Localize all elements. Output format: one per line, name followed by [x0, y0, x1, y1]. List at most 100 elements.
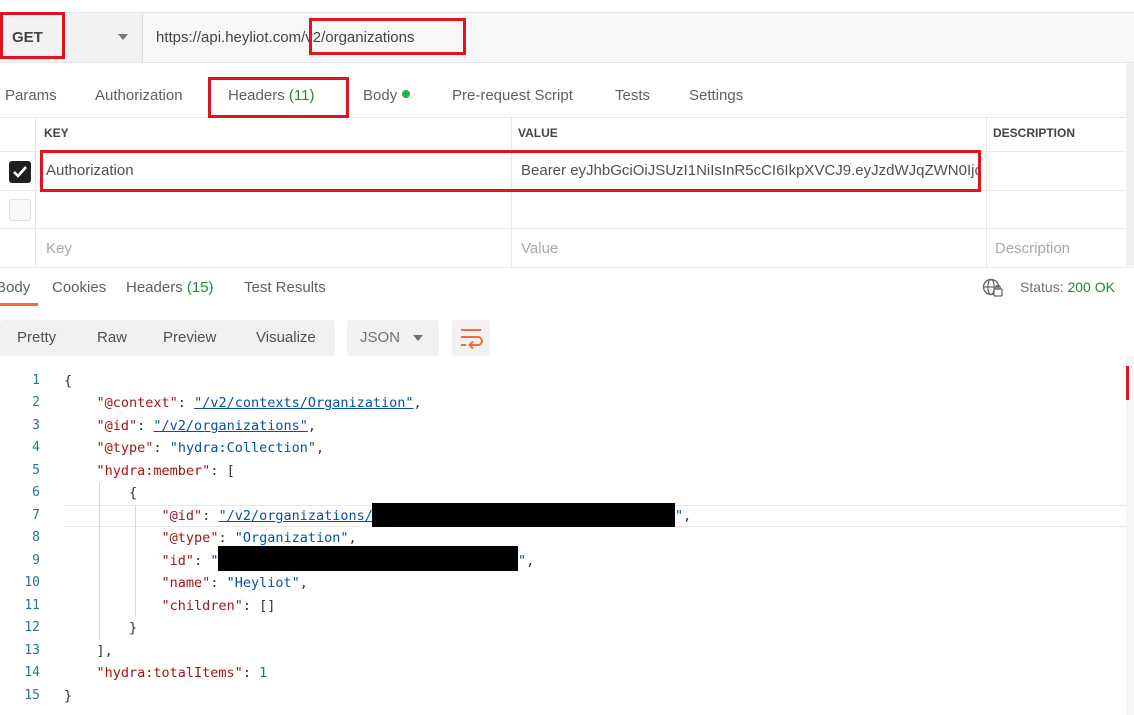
view-pretty-button[interactable]: Pretty [17, 329, 56, 346]
tab-test-results[interactable]: Test Results [244, 279, 326, 296]
tab-label: Settings [689, 87, 744, 104]
code-line: "hydra:totalItems": 1 [96, 665, 268, 681]
line-number: 6 [32, 485, 40, 500]
new-value-input[interactable]: Value [521, 240, 558, 257]
code-line-tail: ", [675, 508, 692, 524]
line-number: 1 [32, 373, 40, 388]
url-base: https://api.heyliot.com [156, 29, 302, 46]
line-number: 15 [24, 688, 40, 703]
json-key: "@id" [96, 418, 138, 434]
line-number: 8 [32, 530, 40, 545]
code-line: } [129, 620, 138, 636]
new-description-input[interactable]: Description [995, 240, 1070, 257]
wrap-lines-button[interactable] [452, 320, 490, 356]
headers-table: KEY VALUE DESCRIPTION Authorization Bear… [0, 117, 1134, 268]
tab-response-body[interactable]: Body [0, 279, 30, 296]
line-number: 7 [32, 508, 40, 523]
json-string-value: "Heyliot" [226, 575, 300, 591]
column-header-key: KEY [44, 126, 69, 140]
response-scrollbar[interactable] [1126, 356, 1134, 715]
json-key: "hydra:member" [96, 463, 211, 479]
json-string-value: "hydra:Collection" [169, 440, 316, 456]
table-header-row: KEY VALUE DESCRIPTION [0, 118, 1134, 152]
code-line: { [129, 485, 138, 501]
code-line: "@type": "Organization", [161, 530, 357, 546]
code-line: } [64, 688, 73, 704]
line-number: 13 [24, 643, 40, 658]
tab-label: Pre-request Script [452, 87, 573, 104]
code-line-tail: ", [518, 553, 535, 569]
json-key: "name" [161, 575, 211, 591]
json-key: "id" [161, 553, 195, 569]
tab-label: Authorization [95, 87, 183, 104]
code-line: "@type": "hydra:Collection", [96, 440, 325, 456]
headers-scrollbar[interactable] [1126, 63, 1134, 266]
checkmark-icon [13, 166, 27, 178]
status-value: 200 OK [1067, 279, 1115, 295]
url-input[interactable]: https://api.heyliot.com/v2/organizations [143, 13, 1134, 62]
json-link-value[interactable]: "/v2/contexts/Organization" [194, 395, 413, 411]
view-preview-button[interactable]: Preview [163, 329, 216, 346]
code-line: ], [96, 643, 113, 659]
line-number: 3 [32, 418, 40, 433]
status-label: Status: [1020, 279, 1064, 295]
header-enabled-checkbox[interactable] [9, 199, 31, 221]
tab-tests[interactable]: Tests [615, 87, 650, 104]
line-number: 4 [32, 440, 40, 455]
json-number-value: 1 [259, 665, 268, 681]
wrap-lines-icon [461, 329, 483, 350]
table-row: Authorization Bearer eyJhbGciOiJSUzI1NiI… [0, 152, 1134, 191]
tab-label: Headers [228, 87, 285, 104]
code-line: "@id": "/v2/organizations/ [161, 508, 373, 524]
view-visualize-button[interactable]: Visualize [256, 329, 316, 346]
chevron-down-icon [118, 34, 128, 40]
tab-params[interactable]: Params [5, 87, 57, 104]
code-line: "@id": "/v2/organizations", [96, 418, 316, 434]
json-link-value[interactable]: "/v2/organizations" [153, 418, 307, 434]
tab-label: Params [5, 87, 57, 104]
tab-headers[interactable]: Headers (11) [228, 87, 314, 104]
view-raw-button[interactable]: Raw [97, 329, 127, 346]
method-dropdown[interactable]: GET [0, 13, 143, 62]
tab-body[interactable]: Body [363, 87, 411, 104]
json-key: "@id" [161, 508, 203, 524]
code-line: "id": " [161, 553, 219, 569]
tab-pre-request-script[interactable]: Pre-request Script [452, 87, 573, 104]
body-indicator-dot-icon [402, 90, 411, 98]
url-path: /v2/organizations [301, 29, 415, 46]
tab-label: Headers [126, 279, 183, 296]
json-key: "@context" [96, 395, 178, 411]
json-link-value[interactable]: "/v2/organizations/ [218, 508, 372, 524]
tab-cookies[interactable]: Cookies [52, 279, 106, 296]
line-number: 2 [32, 395, 40, 410]
json-key: "@type" [161, 530, 219, 546]
view-mode-group: Pretty Raw Preview Visualize [0, 320, 335, 356]
tab-settings[interactable]: Settings [689, 87, 743, 104]
tab-label: Body [363, 87, 398, 104]
url-text: https://api.heyliot.com/v2/organizations [156, 29, 414, 46]
globe-lock-icon[interactable] [982, 278, 1004, 298]
method-label: GET [12, 29, 43, 46]
format-dropdown[interactable]: JSON [347, 320, 439, 356]
tab-label: Body [0, 279, 31, 296]
format-label: JSON [360, 329, 401, 346]
tab-response-headers[interactable]: Headers (15) [126, 279, 214, 296]
request-tabs: Params Authorization Headers (11) Body P… [0, 78, 1134, 118]
header-value-field[interactable]: Bearer eyJhbGciOiJSUzI1NiIsInR5cCI6IkpXV… [521, 162, 979, 179]
table-row [0, 191, 1134, 229]
request-url-bar: GET https://api.heyliot.com/v2/organizat… [0, 12, 1134, 63]
line-number: 14 [24, 665, 40, 680]
response-status: Status: 200 OK [1020, 279, 1115, 295]
header-enabled-checkbox[interactable] [9, 161, 31, 183]
scrollbar-marker [1126, 366, 1129, 400]
new-key-input[interactable]: Key [46, 240, 72, 257]
tab-authorization[interactable]: Authorization [95, 87, 183, 104]
response-body-viewer[interactable]: 1 2 3 4 5 6 7 8 9 10 11 12 13 14 15 { "@… [0, 370, 1134, 715]
line-number: 12 [24, 620, 40, 635]
line-number: 10 [24, 575, 40, 590]
redacted-block [218, 546, 518, 571]
header-key-field[interactable]: Authorization [46, 162, 134, 179]
code-line: { [64, 373, 73, 389]
tab-label: Test Results [244, 279, 326, 296]
active-tab-underline [0, 303, 38, 306]
